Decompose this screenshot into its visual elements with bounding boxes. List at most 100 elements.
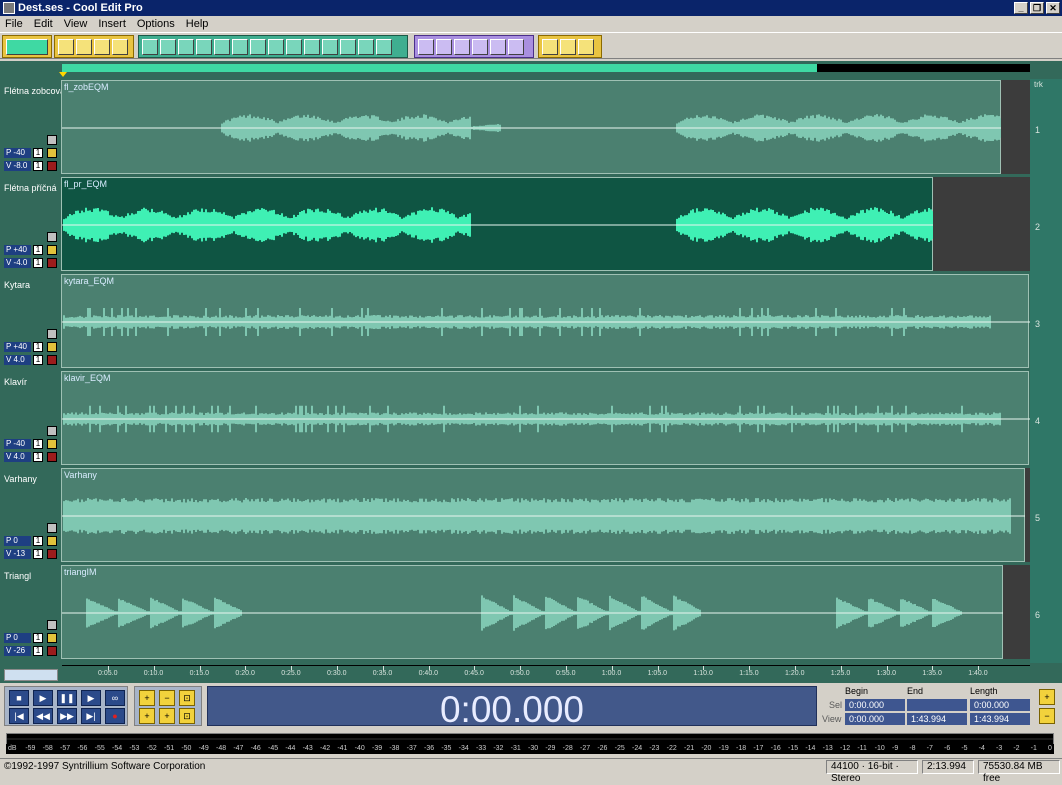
undo-icon[interactable] [142, 38, 158, 55]
play-to-end-button[interactable]: ▶ [81, 690, 101, 706]
zoom-out-icon[interactable]: − [159, 690, 175, 706]
track-pan[interactable]: P +40 [4, 245, 31, 255]
track-input-button[interactable]: 1 [33, 549, 43, 559]
zoom-left-icon[interactable]: + [139, 708, 155, 724]
fast-forward-button[interactable]: ▶▶ [57, 708, 77, 724]
track-clip[interactable]: triangIM [61, 565, 1004, 659]
empty-track-area[interactable] [933, 177, 1030, 271]
track-name[interactable]: Triangl [4, 571, 31, 581]
track-mute-icon[interactable] [47, 646, 57, 656]
pause-button[interactable]: ❚❚ [57, 690, 77, 706]
track-input-button[interactable]: 1 [33, 452, 43, 462]
sel-begin-field[interactable]: 0:00.000 [845, 699, 905, 711]
trim-icon[interactable] [250, 38, 266, 55]
restore-button[interactable]: ❐ [1030, 2, 1044, 14]
new-file-icon[interactable] [58, 38, 74, 55]
waveform-mode-icon[interactable] [6, 38, 48, 55]
track-output-button[interactable]: 1 [33, 439, 43, 449]
track-properties-icon[interactable] [508, 38, 524, 55]
track-record-arm-icon[interactable] [47, 329, 57, 339]
time-ruler[interactable]: 0:05.0 0:10.0 0:15.0 0:20.0 0:25.0 0:30.0 0:35… [62, 665, 1030, 683]
app-icon[interactable] [3, 2, 15, 14]
track-output-button[interactable]: 1 [33, 148, 43, 158]
start-marker-icon[interactable] [59, 72, 67, 77]
help-icon[interactable] [578, 38, 594, 55]
track-solo-icon[interactable] [47, 342, 57, 352]
track-record-arm-icon[interactable] [47, 232, 57, 242]
track-mute-icon[interactable] [47, 549, 57, 559]
loop-button[interactable]: ∞ [105, 690, 125, 706]
track-mute-icon[interactable] [47, 452, 57, 462]
track-output-button[interactable]: 1 [33, 342, 43, 352]
track-output-button[interactable]: 1 [33, 536, 43, 546]
track-pan[interactable]: P 0 [4, 536, 31, 546]
volume-envelope-icon[interactable] [472, 38, 488, 55]
track-name[interactable]: Flétna zobcová [4, 86, 65, 96]
effects-icon[interactable] [358, 38, 374, 55]
track-record-arm-icon[interactable] [47, 426, 57, 436]
stop-button[interactable]: ■ [9, 690, 29, 706]
zoom-right-icon[interactable]: + [159, 708, 175, 724]
track-clip[interactable]: kytara_EQM [61, 274, 1030, 368]
record-button[interactable]: ● [105, 708, 125, 724]
track-volume[interactable]: V -8.0 [4, 161, 31, 171]
goto-start-button[interactable]: |◀ [9, 708, 29, 724]
zoom-selection-icon[interactable]: ⊡ [179, 708, 195, 724]
track-output-button[interactable]: 1 [33, 633, 43, 643]
overview-view-range[interactable] [62, 64, 818, 72]
time-select-icon[interactable] [418, 38, 434, 55]
loop-icon[interactable] [376, 38, 392, 55]
play-button[interactable]: ▶ [33, 690, 53, 706]
track-mute-icon[interactable] [47, 161, 57, 171]
zoom-in-vertical-icon[interactable]: + [1039, 689, 1055, 705]
group-icon[interactable] [322, 38, 338, 55]
wave-edit-icon[interactable] [340, 38, 356, 55]
view-begin-field[interactable]: 0:00.000 [845, 713, 905, 725]
menu-file[interactable]: File [0, 18, 29, 30]
lock-icon[interactable] [304, 38, 320, 55]
minimize-button[interactable]: _ [1014, 2, 1028, 14]
menu-insert[interactable]: Insert [93, 18, 132, 30]
snap-icon[interactable] [196, 38, 212, 55]
track-input-button[interactable]: 1 [33, 258, 43, 268]
move-copy-icon[interactable] [436, 38, 452, 55]
sel-end-field[interactable] [907, 699, 967, 711]
empty-track-area[interactable] [1003, 565, 1030, 659]
track-solo-icon[interactable] [47, 536, 57, 546]
track-volume[interactable]: V 4.0 [4, 452, 31, 462]
track-solo-icon[interactable] [47, 148, 57, 158]
zoom-full-icon[interactable]: ⊡ [179, 690, 195, 706]
track-solo-icon[interactable] [47, 439, 57, 449]
cd-icon[interactable] [560, 38, 576, 55]
sel-length-field[interactable]: 0:00.000 [970, 699, 1030, 711]
track-name[interactable]: Kytara [4, 280, 30, 290]
track-pan[interactable]: P 0 [4, 633, 31, 643]
view-end-field[interactable]: 1:43.994 [907, 713, 967, 725]
track-name[interactable]: Varhany [4, 474, 37, 484]
zoom-out-vertical-icon[interactable]: − [1039, 708, 1055, 724]
zoom-in-icon[interactable]: + [139, 690, 155, 706]
track-volume[interactable]: V 4.0 [4, 355, 31, 365]
menu-help[interactable]: Help [181, 18, 215, 30]
save-file-icon[interactable] [94, 38, 110, 55]
menu-view[interactable]: View [59, 18, 94, 30]
track-mute-icon[interactable] [47, 355, 57, 365]
split-icon[interactable] [232, 38, 248, 55]
menu-edit[interactable]: Edit [29, 18, 59, 30]
menu-options[interactable]: Options [132, 18, 181, 30]
track-pan[interactable]: P -40 [4, 148, 31, 158]
track-input-button[interactable]: 1 [33, 161, 43, 171]
track-output-button[interactable]: 1 [33, 245, 43, 255]
track-clip[interactable]: fl_pr_EQM [61, 177, 934, 271]
track-volume[interactable]: V -4.0 [4, 258, 31, 268]
cut-icon[interactable] [214, 38, 230, 55]
pan-envelope-icon[interactable] [490, 38, 506, 55]
track-record-arm-icon[interactable] [47, 523, 57, 533]
track-input-button[interactable]: 1 [33, 646, 43, 656]
track-name[interactable]: Klavír [4, 377, 27, 387]
save-all-icon[interactable] [112, 38, 128, 55]
empty-track-area[interactable] [1001, 80, 1030, 174]
view-length-field[interactable]: 1:43.994 [970, 713, 1030, 725]
close-button[interactable]: ✕ [1046, 2, 1060, 14]
track-pan[interactable]: P +40 [4, 342, 31, 352]
